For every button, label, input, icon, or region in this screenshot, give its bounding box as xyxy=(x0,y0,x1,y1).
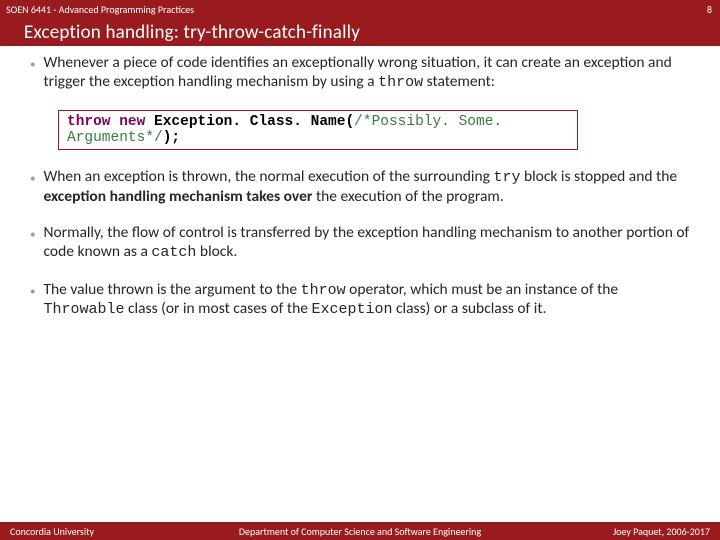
header-bar: SOEN 6441 - Advanced Programming Practic… xyxy=(0,0,720,18)
text-fragment: Whenever a piece of code identifies an e… xyxy=(43,53,671,91)
bullet-4: • The value thrown is the argument to th… xyxy=(30,281,692,320)
bullet-dot-icon: • xyxy=(30,228,35,241)
inline-code: try xyxy=(493,169,520,186)
bullet-dot-icon: • xyxy=(30,172,35,185)
text-fragment: statement: xyxy=(423,72,495,91)
text-fragment: the execution of the program. xyxy=(312,187,503,206)
bullet-dot-icon: • xyxy=(30,58,35,71)
text-fragment: When an exception is thrown, the normal … xyxy=(43,167,493,186)
footer-bar: Concordia University Department of Compu… xyxy=(0,522,720,540)
bullet-text: Normally, the flow of control is transfe… xyxy=(43,224,692,262)
slide-content: • Whenever a piece of code identifies an… xyxy=(0,46,720,319)
bullet-1: • Whenever a piece of code identifies an… xyxy=(30,54,692,92)
inline-code: throw xyxy=(301,282,346,299)
inline-code: Throwable xyxy=(43,301,124,318)
code-sample-box: throw new Exception. Class. Name(/*Possi… xyxy=(58,110,578,150)
bold-text: exception handling mechanism takes over xyxy=(43,187,312,206)
text-fragment: class (or in most cases of the xyxy=(125,299,312,318)
keyword-new: new xyxy=(119,114,145,130)
bullet-3: • Normally, the flow of control is trans… xyxy=(30,224,692,262)
code-close: ); xyxy=(163,130,180,146)
footer-center: Department of Computer Science and Softw… xyxy=(239,525,481,538)
text-fragment: class) or a subclass of it. xyxy=(392,299,546,318)
title-text: Exception handling: try-throw-catch-fina… xyxy=(24,21,360,44)
text-fragment: operator, which must be an instance of t… xyxy=(346,280,618,299)
footer-left: Concordia University xyxy=(10,525,94,538)
bullet-2: • When an exception is thrown, the norma… xyxy=(30,168,692,206)
inline-code: throw xyxy=(378,74,423,91)
bullet-text: The value thrown is the argument to the … xyxy=(43,281,692,320)
code-classname: Exception. Class. Name( xyxy=(154,114,354,130)
text-fragment: block. xyxy=(196,242,237,261)
keyword-throw: throw xyxy=(67,114,111,130)
slide-title: Exception handling: try-throw-catch-fina… xyxy=(0,18,720,46)
bullet-text: Whenever a piece of code identifies an e… xyxy=(43,54,692,92)
bullet-text: When an exception is thrown, the normal … xyxy=(43,168,692,206)
inline-code: catch xyxy=(151,244,196,261)
footer-right: Joey Paquet, 2006-2017 xyxy=(613,525,710,538)
course-label: SOEN 6441 - Advanced Programming Practic… xyxy=(6,3,194,16)
inline-code: Exception xyxy=(311,301,392,318)
text-fragment: block is stopped and the xyxy=(520,167,677,186)
bullet-dot-icon: • xyxy=(30,285,35,298)
text-fragment: Normally, the flow of control is transfe… xyxy=(43,223,689,261)
slide-number: 8 xyxy=(707,3,712,16)
text-fragment: The value thrown is the argument to the xyxy=(43,280,300,299)
